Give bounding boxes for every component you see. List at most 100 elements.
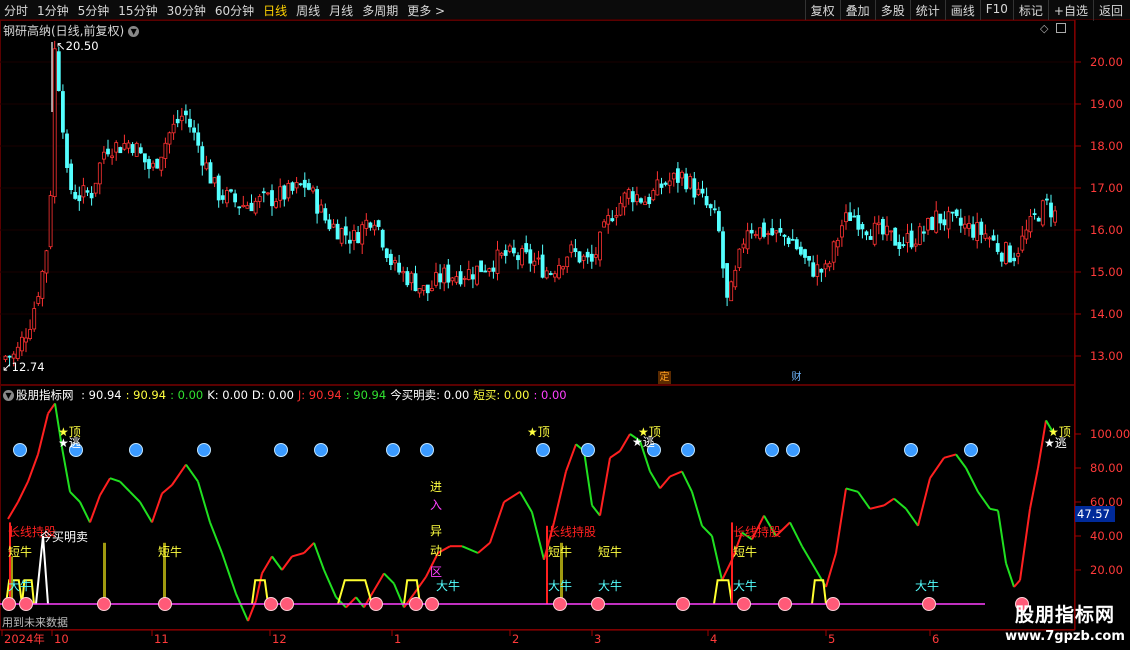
candle-up <box>598 231 602 261</box>
oscillator-segment <box>7 501 19 520</box>
candle-up <box>1024 229 1029 240</box>
pink-ball <box>737 597 751 611</box>
oscillator-segment <box>99 477 111 496</box>
candle-down <box>516 255 520 261</box>
candle-down <box>458 271 463 285</box>
candle-up <box>393 260 397 264</box>
badge-cai[interactable]: 财 <box>790 371 803 384</box>
candle-up <box>19 336 24 352</box>
short-bull-label: 短牛 <box>598 544 622 559</box>
watermark: 股朋指标网 www.7gpzb.com <box>1000 600 1130 644</box>
candle-down <box>7 355 12 358</box>
oscillator-segment <box>955 453 967 469</box>
abnormal-label: 区 <box>430 565 442 579</box>
oscillator-segment <box>691 491 703 527</box>
candle-up <box>536 257 541 260</box>
candle-up <box>1053 210 1057 223</box>
oscillator-segment <box>303 542 315 554</box>
oscillator-segment <box>221 552 237 595</box>
candle-down <box>89 192 94 199</box>
candle-up <box>963 223 967 229</box>
candle-down <box>848 212 852 222</box>
oscillator-segment <box>345 596 357 609</box>
candle-up <box>946 211 951 230</box>
candle-up <box>40 271 45 299</box>
oscillator-segment <box>373 572 385 591</box>
candle-up <box>421 285 426 291</box>
oscillator-segment <box>109 477 121 483</box>
candle-up <box>311 187 315 192</box>
candle-up <box>97 162 102 185</box>
candle-up <box>11 353 16 359</box>
candle-down <box>663 182 668 185</box>
candle-down <box>425 284 430 294</box>
candle-up <box>151 162 156 168</box>
candle-up <box>48 195 53 248</box>
blue-ball <box>964 443 978 457</box>
candle-up <box>475 265 479 285</box>
candle-up <box>872 222 877 245</box>
candle-down <box>999 252 1004 262</box>
candle-down <box>233 193 238 203</box>
candle-up <box>831 241 836 263</box>
candle-down <box>893 227 898 246</box>
candle-down <box>302 179 307 188</box>
oscillator-segment <box>609 450 621 459</box>
candle-up <box>224 190 229 204</box>
x-tick-label: 11 <box>154 632 169 646</box>
badge-ding[interactable]: 定 <box>658 371 671 384</box>
candle-up <box>758 227 762 239</box>
indicator-name[interactable]: 股朋指标网 <box>16 388 74 402</box>
chevron-down-icon[interactable]: ▼ <box>3 390 14 401</box>
oscillator-segment <box>79 501 91 523</box>
candle-down <box>922 231 926 234</box>
candle-down <box>811 262 816 277</box>
oscillator-segment <box>129 491 141 503</box>
candle-down <box>188 118 192 128</box>
oscillator-segment <box>185 464 199 483</box>
oscillator-segment <box>943 453 957 459</box>
entry-label: 入 <box>430 498 442 512</box>
candle-up <box>606 215 611 225</box>
candle-up <box>110 155 114 158</box>
indicator-panel-frame <box>0 385 1075 630</box>
oscillator-segment <box>721 559 733 581</box>
oscillator-segment <box>835 488 847 554</box>
blue-ball <box>274 443 288 457</box>
candle-up <box>643 201 647 206</box>
candle-up <box>24 337 28 343</box>
oscillator-segment <box>519 491 533 513</box>
candle-up <box>876 222 881 226</box>
candle-down <box>725 263 729 298</box>
pink-ball <box>409 597 423 611</box>
candle-down <box>630 191 635 203</box>
candle-down <box>524 243 529 253</box>
candle-up <box>680 171 684 179</box>
candle-down <box>192 127 197 133</box>
oscillator-segment <box>893 497 907 510</box>
oscillator-segment <box>905 508 919 527</box>
pink-ball <box>280 597 294 611</box>
candle-up <box>671 172 676 180</box>
candle-down <box>1032 213 1037 216</box>
candle-down <box>77 195 82 202</box>
candle-up <box>967 223 971 229</box>
oscillator-segment <box>1029 467 1039 509</box>
indicator-field-6: : 90.94 <box>345 388 387 402</box>
high-price-label: ↖20.50 <box>56 39 99 53</box>
candle-down <box>954 209 959 216</box>
oscillator-segment <box>619 433 631 452</box>
candle-up <box>688 176 693 189</box>
pink-ball <box>922 597 936 611</box>
indicator-field-3: K: 0.00 <box>207 388 248 402</box>
candle-down <box>249 202 254 212</box>
big-bull-label: 大牛 <box>733 578 757 593</box>
candle-down <box>749 229 754 234</box>
oscillator-segment <box>789 521 803 547</box>
pink-ball <box>676 597 690 611</box>
candle-down <box>290 182 295 191</box>
oscillator-segment <box>209 522 223 554</box>
candle-down <box>106 148 110 155</box>
chart-canvas[interactable]: 20.00 19.00 18.00 17.00 16.00 15.00 14.00 13.00… <box>0 0 1130 650</box>
oscillator-segment <box>161 484 173 495</box>
